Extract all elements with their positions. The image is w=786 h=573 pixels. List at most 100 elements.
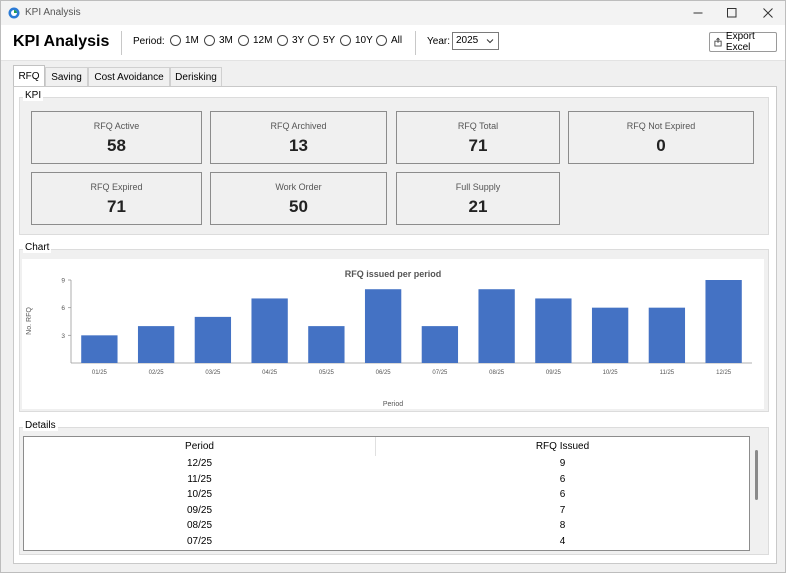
kpi-card-label: Work Order — [275, 182, 322, 192]
chart-bar — [364, 289, 402, 363]
period-radio-3m[interactable]: 3M — [204, 35, 233, 46]
export-excel-label: Export Excel — [725, 31, 755, 53]
chart-title: RFQ issued per period — [345, 269, 442, 279]
chart-x-axis-label: Period — [383, 401, 403, 408]
tab-rfq[interactable]: RFQ — [13, 65, 45, 87]
x-tick-label: 09/25 — [546, 370, 562, 376]
kpi-card-value: 50 — [289, 197, 308, 216]
chart-bar — [137, 326, 175, 363]
cell-rfq-issued: 9 — [559, 458, 566, 469]
radio-label: 10Y — [355, 35, 373, 46]
radio-circle[interactable] — [308, 35, 319, 46]
tab-derisking[interactable]: Derisking — [170, 67, 222, 86]
x-tick-label: 05/25 — [319, 370, 335, 376]
table-row[interactable]: 07/25 4 — [24, 534, 749, 550]
column-header-period[interactable]: Period — [24, 441, 375, 452]
close-icon — [763, 8, 773, 18]
kpi-card-value: 13 — [289, 136, 308, 155]
radio-label: All — [391, 35, 403, 46]
details-table[interactable]: Period RFQ Issued 12/25 9 11/25 6 10/25 … — [23, 436, 750, 551]
period-radio-1m[interactable]: 1M — [170, 35, 199, 46]
period-radio-5y[interactable]: 5Y — [308, 35, 335, 46]
period-radio-all[interactable]: All — [376, 35, 402, 46]
cell-period: 07/25 — [186, 535, 213, 547]
table-header: Period RFQ Issued — [24, 437, 749, 456]
radio-circle[interactable] — [277, 35, 288, 46]
cell-period: 08/25 — [186, 520, 213, 531]
period-radio-12m[interactable]: 12M — [238, 35, 272, 46]
export-excel-button[interactable]: Export Excel — [709, 31, 777, 53]
maximize-icon — [727, 8, 737, 18]
kpi-card-value: 0 — [656, 136, 666, 155]
chart-bar — [81, 335, 118, 363]
radio-circle[interactable] — [170, 35, 181, 46]
rfq-bar-chart: RFQ issued per period No. RFQ Period 3 6 9… — [26, 269, 752, 408]
radio-circle[interactable] — [238, 35, 249, 46]
kpi-card-rfq-expired: RFQ Expired 71 — [31, 172, 202, 225]
tab-label: Derisking — [175, 71, 217, 83]
year-select[interactable]: 2025 — [452, 32, 499, 50]
x-tick-label: 02/25 — [149, 370, 165, 376]
toolbar-separator — [121, 31, 122, 55]
chart-bar — [421, 326, 459, 363]
x-tick-label: 06/25 — [376, 370, 392, 376]
kpi-group-label: KPI — [23, 90, 44, 101]
kpi-card-label: RFQ Not Expired — [626, 121, 696, 131]
y-tick-label: 9 — [61, 278, 65, 285]
tab-cost-avoidance[interactable]: Cost Avoidance — [88, 67, 170, 86]
x-tick-label: 11/25 — [660, 370, 675, 376]
x-tick-label: 07/25 — [432, 370, 448, 376]
kpi-card-value: 58 — [107, 136, 126, 155]
chart-bar — [648, 307, 686, 363]
cell-period: 11/25 — [187, 473, 212, 485]
tab-label: Cost Avoidance — [94, 71, 164, 83]
chart-bar — [251, 298, 288, 363]
toolbar-separator — [415, 31, 416, 55]
kpi-card-rfq-active: RFQ Active 58 — [31, 111, 202, 164]
table-row[interactable]: 11/25 6 — [24, 472, 749, 488]
radio-circle[interactable] — [340, 35, 351, 46]
cell-rfq-issued: 7 — [559, 504, 566, 516]
details-group-label: Details — [23, 420, 58, 431]
year-value: 2025 — [456, 35, 479, 46]
chart-bar — [308, 326, 345, 363]
kpi-card-label: Full Supply — [455, 182, 501, 192]
table-row[interactable]: 10/25 6 — [24, 487, 749, 503]
tab-saving[interactable]: Saving — [45, 67, 88, 86]
close-button[interactable] — [754, 3, 782, 23]
radio-label: 3Y — [292, 35, 305, 46]
period-radio-3y[interactable]: 3Y — [277, 35, 304, 46]
period-label: Period: — [133, 36, 165, 47]
cell-rfq-issued: 6 — [559, 489, 566, 500]
kpi-card-value: 71 — [468, 136, 488, 155]
column-header-rfq-issued[interactable]: RFQ Issued — [376, 441, 749, 452]
cell-rfq-issued: 4 — [559, 535, 566, 547]
table-row[interactable]: 12/25 9 — [24, 456, 749, 472]
radio-circle[interactable] — [204, 35, 215, 46]
minimize-icon — [693, 12, 703, 14]
tab-label: RFQ — [18, 71, 40, 82]
y-tick-label: 3 — [61, 333, 65, 340]
y-tick-label: 6 — [61, 305, 65, 312]
cell-period: 10/25 — [186, 489, 213, 500]
chart-bar — [535, 298, 572, 363]
period-radio-10y[interactable]: 10Y — [340, 35, 373, 46]
x-tick-label: 10/25 — [603, 370, 619, 376]
cell-period: 09/25 — [186, 504, 213, 516]
maximize-button[interactable] — [718, 3, 746, 23]
minimize-button[interactable] — [684, 3, 712, 23]
radio-label: 5Y — [323, 35, 336, 46]
app-icon — [8, 7, 20, 19]
kpi-card-work-order: Work Order 50 — [210, 172, 387, 225]
toolbar: KPI Analysis Period: 1M 3M 12M 3Y 5Y 10Y… — [1, 25, 785, 61]
table-row[interactable]: 09/25 7 — [24, 503, 749, 519]
table-row[interactable]: 08/25 8 — [24, 518, 749, 534]
kpi-card-rfq-archived: RFQ Archived 13 — [210, 111, 387, 164]
x-tick-label: 01/25 — [92, 370, 108, 376]
chart-group-label: Chart — [23, 242, 52, 253]
window-title: KPI Analysis — [25, 7, 81, 18]
x-tick-label: 08/25 — [489, 370, 505, 376]
radio-circle[interactable] — [376, 35, 387, 46]
x-tick-label: 12/25 — [716, 370, 732, 376]
table-scrollbar[interactable] — [755, 450, 758, 500]
